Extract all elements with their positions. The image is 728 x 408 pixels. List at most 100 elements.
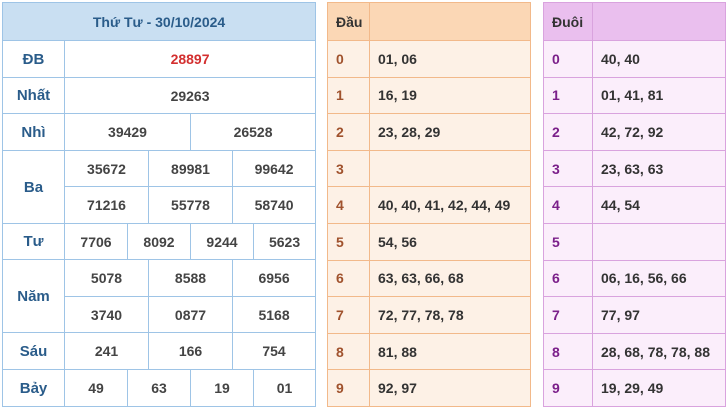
dau-row: 6 63, 63, 66, 68 [327, 259, 531, 298]
duoi-row: 6 06, 16, 56, 66 [543, 259, 726, 298]
duoi-values: 23, 63, 63 [592, 149, 726, 188]
prize-nhat-number: 29263 [63, 77, 317, 114]
dau-values: 63, 63, 66, 68 [369, 259, 531, 298]
prize-row-nhat: Nhất 29263 [2, 77, 317, 114]
prize-label-ba: Ba [2, 150, 65, 224]
duoi-digit: 0 [543, 40, 593, 78]
dau-row: 7 72, 77, 78, 78 [327, 296, 531, 334]
duoi-values: 01, 41, 81 [592, 76, 726, 115]
prize-row-ba: Ba 35672 89981 99642 [2, 150, 317, 224]
dau-row: 8 81, 88 [327, 332, 531, 371]
prize-sau-number: 241 [64, 332, 149, 370]
dau-digit: 8 [327, 332, 370, 371]
duoi-digit: 4 [543, 186, 593, 224]
prize-row-sau: Sáu 241 166 754 [2, 332, 317, 370]
duoi-header-values [592, 2, 726, 41]
prize-bay-number: 49 [64, 369, 128, 407]
prize-nam-number: 8588 [148, 259, 233, 297]
dau-values: 72, 77, 78, 78 [369, 296, 531, 334]
prize-nam-number: 5078 [64, 259, 149, 297]
duoi-row: 9 19, 29, 49 [543, 369, 726, 407]
duoi-digit: 1 [543, 76, 593, 115]
prize-ba-number: 35672 [64, 150, 149, 187]
duoi-row: 5 [543, 222, 726, 261]
prize-nam-number: 0877 [148, 296, 233, 333]
prize-row-nam: Năm 5078 8588 6956 [2, 259, 317, 333]
dau-header: Đầu [327, 2, 370, 41]
dau-digit: 0 [327, 40, 370, 78]
prize-label-sau: Sáu [2, 332, 65, 370]
dau-values: 54, 56 [369, 222, 531, 261]
prize-bay-number: 63 [127, 369, 191, 407]
dau-row: 4 40, 40, 41, 42, 44, 49 [327, 186, 531, 224]
results-title: Thứ Tư - 30/10/2024 [1, 2, 317, 41]
prize-nam-number: 3740 [64, 296, 149, 333]
duoi-digit: 6 [543, 259, 593, 298]
prize-bay-number: 01 [252, 369, 317, 407]
prize-ba-number: 99642 [231, 150, 317, 187]
dau-row: 2 23, 28, 29 [327, 113, 531, 151]
dau-digit: 7 [327, 296, 370, 334]
prize-row-bay: Bảy 49 63 19 01 [2, 369, 317, 407]
prize-ba-number: 58740 [231, 186, 317, 224]
dau-values: 92, 97 [369, 369, 531, 407]
prize-sau-number: 754 [231, 332, 317, 370]
dau-digit: 5 [327, 222, 370, 261]
dau-digit: 2 [327, 113, 370, 151]
duoi-row: 0 40, 40 [543, 40, 726, 78]
duoi-values: 44, 54 [592, 186, 726, 224]
duoi-row: 8 28, 68, 78, 78, 88 [543, 332, 726, 371]
duoi-row: 2 42, 72, 92 [543, 113, 726, 151]
dau-header-values [369, 2, 531, 41]
duoi-values: 06, 16, 56, 66 [592, 259, 726, 298]
prize-tu-number: 8092 [127, 223, 191, 260]
duoi-row: 3 23, 63, 63 [543, 149, 726, 188]
duoi-values: 19, 29, 49 [592, 369, 726, 407]
prize-db-number: 28897 [63, 40, 317, 78]
dau-digit: 6 [327, 259, 370, 298]
dau-digit: 3 [327, 149, 370, 188]
dau-values: 16, 19 [369, 76, 531, 115]
dau-digit: 4 [327, 186, 370, 224]
duoi-values: 40, 40 [592, 40, 726, 78]
prize-row-tu: Tư 7706 8092 9244 5623 [2, 223, 317, 260]
prize-label-db: ĐB [2, 40, 65, 78]
duoi-digit: 5 [543, 222, 593, 261]
duoi-digit: 2 [543, 113, 593, 151]
prize-label-tu: Tư [2, 223, 65, 260]
duoi-row: 1 01, 41, 81 [543, 76, 726, 115]
prize-ba-number: 89981 [148, 150, 233, 187]
duoi-row: 4 44, 54 [543, 186, 726, 224]
prize-label-nhat: Nhất [2, 77, 65, 114]
prize-tu-number: 9244 [190, 223, 254, 260]
dau-values: 01, 06 [369, 40, 531, 78]
prize-ba-number: 55778 [148, 186, 233, 224]
prize-nhi-number: 39429 [64, 113, 191, 151]
prize-row-nhi: Nhì 39429 26528 [2, 113, 317, 151]
prize-sau-number: 166 [148, 332, 233, 370]
dau-digit: 1 [327, 76, 370, 115]
duoi-values [592, 222, 726, 261]
dau-digit: 9 [327, 369, 370, 407]
duoi-table: Đuôi 0 40, 40 1 01, 41, 81 2 42, 72, 92 3 23, 6… [543, 2, 726, 407]
dau-row: 0 01, 06 [327, 40, 531, 78]
prize-nhi-number: 26528 [189, 113, 317, 151]
duoi-digit: 9 [543, 369, 593, 407]
dau-row: 9 92, 97 [327, 369, 531, 407]
duoi-digit: 7 [543, 296, 593, 334]
dau-values [369, 149, 531, 188]
dau-values: 81, 88 [369, 332, 531, 371]
duoi-digit: 8 [543, 332, 593, 371]
dau-values: 23, 28, 29 [369, 113, 531, 151]
lottery-results-table: Thứ Tư - 30/10/2024 ĐB 28897 Nhất 29263 … [1, 2, 317, 407]
duoi-digit: 3 [543, 149, 593, 188]
prize-ba-number: 71216 [64, 186, 149, 224]
prize-bay-number: 19 [190, 369, 254, 407]
prize-nam-number: 6956 [231, 259, 317, 297]
duoi-values: 42, 72, 92 [592, 113, 726, 151]
dau-row: 3 [327, 149, 531, 188]
duoi-values: 77, 97 [592, 296, 726, 334]
prize-label-nam: Năm [2, 259, 65, 333]
prize-tu-number: 5623 [252, 223, 317, 260]
prize-row-db: ĐB 28897 [2, 40, 317, 78]
